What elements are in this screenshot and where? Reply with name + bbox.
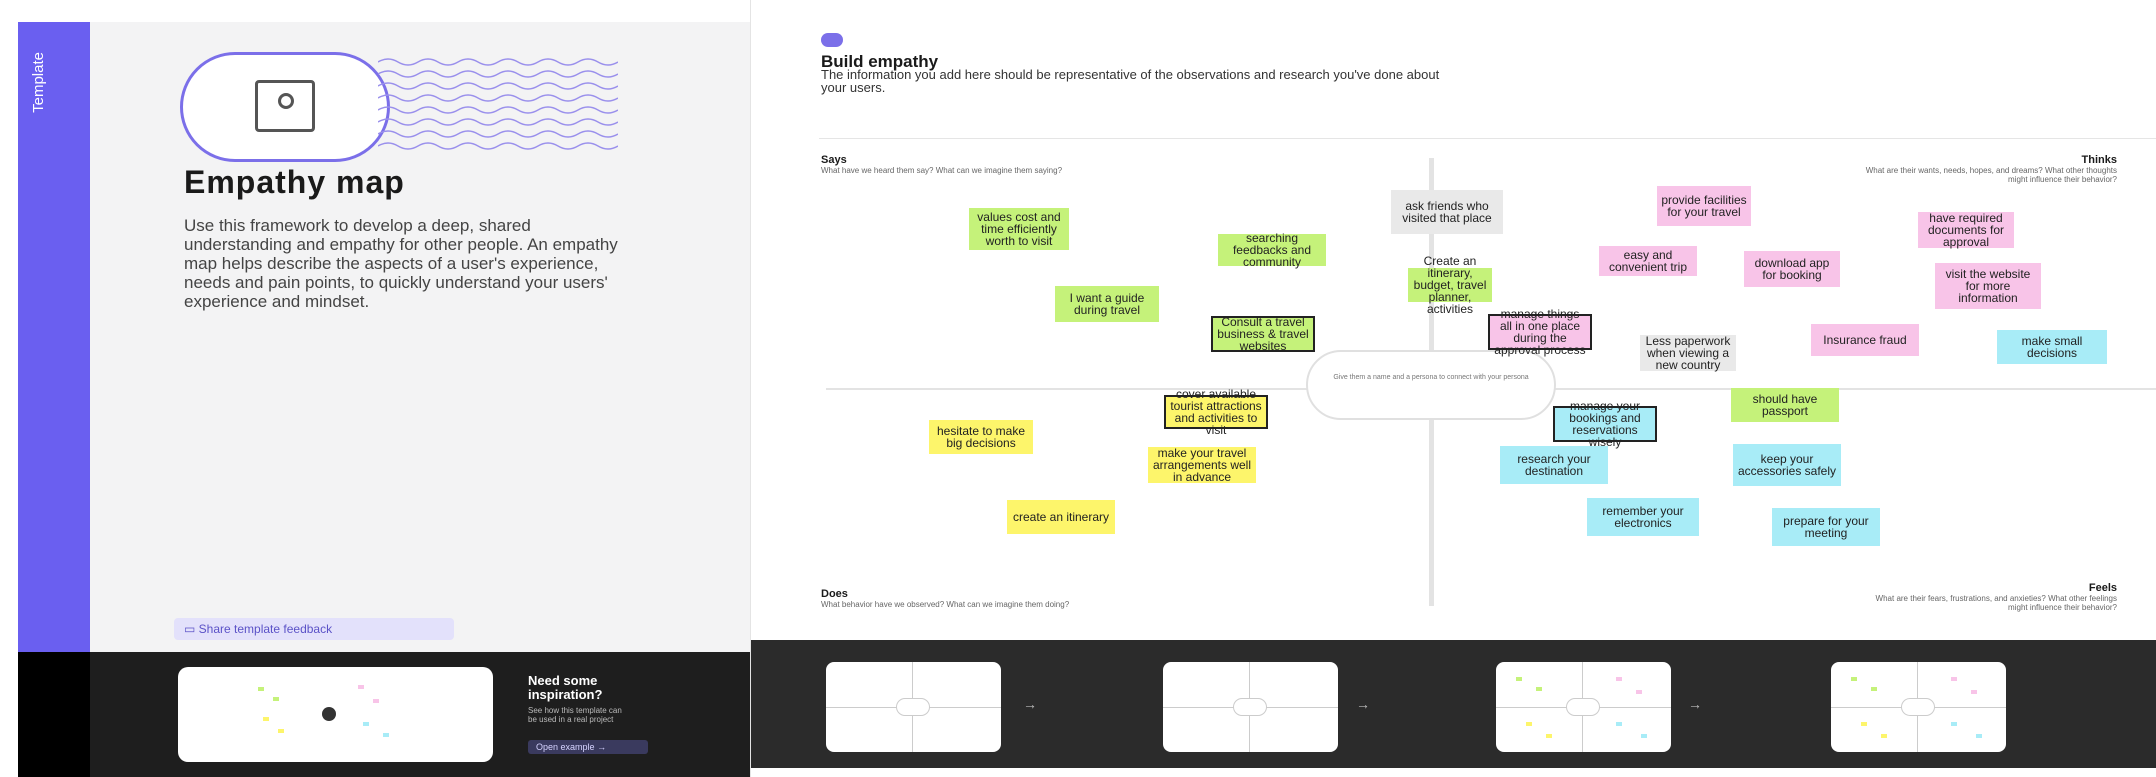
sticky-note[interactable]: download app for booking xyxy=(1744,251,1840,287)
step-thumbnail[interactable] xyxy=(1496,662,1671,752)
sticky-note[interactable]: manage things all in one place during th… xyxy=(1488,308,1592,356)
comment-icon: ▭ xyxy=(184,622,199,636)
sticky-note[interactable]: I want a guide during travel xyxy=(1055,286,1159,322)
sticky-note[interactable]: Insurance fraud xyxy=(1811,324,1919,356)
step-thumbnail[interactable] xyxy=(1831,662,2006,752)
share-feedback-label: Share template feedback xyxy=(198,622,333,636)
sticky-note[interactable]: easy and convenient trip xyxy=(1599,246,1697,276)
says-label: Says xyxy=(821,154,847,166)
template-title: Empathy map xyxy=(184,164,405,200)
sticky-note[interactable]: keep your accessories safely xyxy=(1733,444,1841,486)
board-subtitle: The information you add here should be r… xyxy=(821,67,1440,95)
says-sub: What have we heard them say? What can we… xyxy=(821,166,1063,175)
open-example-label: Open example xyxy=(536,742,595,752)
inspiration-bar: Need some inspiration? See how this temp… xyxy=(18,652,763,777)
sticky-note[interactable]: manage your bookings and reservations wi… xyxy=(1553,400,1657,448)
sticky-note[interactable]: searching feedbacks and community xyxy=(1218,232,1326,268)
sticky-note[interactable]: make small decisions xyxy=(1997,330,2107,364)
thinks-sub: What are their wants, needs, hopes, and … xyxy=(1865,166,2117,184)
empathy-board: Build empathy The information you add he… xyxy=(751,0,2156,640)
example-preview[interactable] xyxy=(178,667,493,762)
wave-decoration xyxy=(378,58,618,150)
sticky-note[interactable]: have required documents for approval xyxy=(1918,212,2014,248)
inspiration-text: See how this template can be used in a r… xyxy=(528,706,622,724)
sticky-note[interactable]: remember your electronics xyxy=(1587,498,1699,536)
inspiration-bar-edge xyxy=(18,652,90,777)
step-thumbnail[interactable] xyxy=(826,662,1001,752)
arrow-right-icon: → xyxy=(1356,696,1370,712)
person-head xyxy=(278,93,294,109)
board-canvas: Build empathy The information you add he… xyxy=(750,0,2156,777)
inspiration-title: Need some inspiration? xyxy=(528,673,603,702)
sticky-note[interactable]: hesitate to make big decisions xyxy=(929,420,1033,454)
arrow-right-icon: → xyxy=(1688,696,1702,712)
sticky-note[interactable]: Create an itinerary, budget, travel plan… xyxy=(1408,255,1492,315)
side-strip: Template xyxy=(18,22,90,652)
sticky-note[interactable]: provide facilities for your travel xyxy=(1657,186,1751,226)
template-description: Use this framework to develop a deep, sh… xyxy=(184,216,618,311)
sticky-note[interactable]: visit the website for more information xyxy=(1935,263,2041,309)
sticky-note[interactable]: research your destination xyxy=(1500,446,1608,484)
arrow-right-icon: → xyxy=(1023,696,1037,712)
sticky-note[interactable]: make your travel arrangements well in ad… xyxy=(1148,447,1256,483)
arrow-right-icon: → xyxy=(597,742,607,752)
sticky-note[interactable]: should have passport xyxy=(1731,388,1839,422)
sticky-note[interactable]: Less paperwork when viewing a new countr… xyxy=(1640,335,1736,371)
feels-label: Feels xyxy=(2088,582,2117,594)
template-info-panel: Template Empathy map Use this framework … xyxy=(18,22,763,777)
person-card-icon xyxy=(180,52,390,162)
does-sub: What behavior have we observed? What can… xyxy=(821,600,1070,609)
sticky-note[interactable]: ask friends who visited that place xyxy=(1391,190,1503,234)
persona-center[interactable]: Give them a name and a persona to connec… xyxy=(1306,350,1556,420)
does-label: Does xyxy=(821,588,848,600)
sticky-note[interactable]: cover available tourist attractions and … xyxy=(1164,388,1268,436)
avatar xyxy=(322,707,336,721)
feels-sub: What are their fears, frustrations, and … xyxy=(1875,594,2117,612)
thinks-label: Thinks xyxy=(2081,154,2117,166)
sticky-note[interactable]: create an itinerary xyxy=(1007,500,1115,534)
side-strip-label: Template xyxy=(30,52,47,113)
sticky-note[interactable]: prepare for your meeting xyxy=(1772,508,1880,546)
section-badge xyxy=(821,33,843,47)
open-example-button[interactable]: Open example → xyxy=(528,740,648,754)
sticky-note[interactable]: Consult a travel business & travel websi… xyxy=(1211,316,1315,352)
card-frame xyxy=(255,80,315,132)
sticky-note[interactable]: values cost and time efficiently worth t… xyxy=(969,208,1069,250)
step-thumbnail[interactable] xyxy=(1163,662,1338,752)
steps-strip: → → → xyxy=(751,640,2156,768)
share-feedback-button[interactable]: ▭ Share template feedback xyxy=(174,618,454,640)
divider xyxy=(819,138,2156,139)
